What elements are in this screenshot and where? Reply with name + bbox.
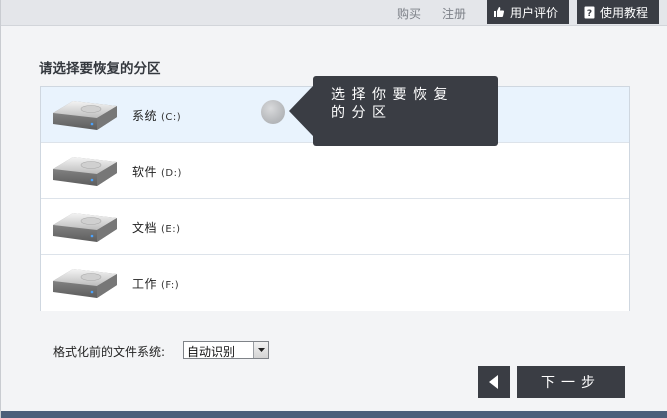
partition-name: 工作 <box>132 277 158 291</box>
top-bar: 购买 注册 用户评价 ? 使用教程 <box>1 0 667 26</box>
app-window: 购买 注册 用户评价 ? 使用教程 请选择要恢复的分区 系统 (C:) 软件 (… <box>0 0 667 418</box>
hard-drive-icon <box>53 213 117 242</box>
filesystem-select[interactable]: 自动识别 <box>183 341 269 359</box>
user-review-label: 用户评价 <box>510 5 559 20</box>
hard-drive-icon <box>53 269 117 298</box>
buy-link[interactable]: 购买 <box>397 5 421 22</box>
register-link[interactable]: 注册 <box>442 5 466 22</box>
arrow-left-icon <box>489 375 498 389</box>
tooltip-line-1: 选择你要恢复 <box>331 87 454 103</box>
partition-row-e[interactable]: 文档 (E:) <box>41 199 629 255</box>
bottom-strip <box>1 411 667 418</box>
drive-letter: (C:) <box>161 112 182 123</box>
partition-name: 软件 <box>132 165 158 179</box>
cursor-indicator <box>261 100 285 124</box>
partition-label: 软件 (D:) <box>132 163 182 180</box>
chevron-down-icon[interactable] <box>253 342 268 358</box>
back-button[interactable] <box>478 366 510 398</box>
drive-letter: (D:) <box>161 168 182 179</box>
partition-name: 文档 <box>132 221 158 235</box>
tooltip-line-2: 的分区 <box>331 105 393 121</box>
user-review-button[interactable]: 用户评价 <box>487 0 569 24</box>
hint-tooltip: 选择你要恢复 的分区 <box>289 76 498 146</box>
thumbs-up-icon <box>493 6 505 19</box>
next-step-button[interactable]: 下一步 <box>517 366 625 398</box>
tutorial-button[interactable]: ? 使用教程 <box>577 0 659 24</box>
help-book-icon: ? <box>583 6 595 19</box>
hard-drive-icon <box>53 101 117 130</box>
partition-row-f[interactable]: 工作 (F:) <box>41 255 629 311</box>
tutorial-label: 使用教程 <box>600 5 649 20</box>
drive-letter: (F:) <box>161 280 180 291</box>
partition-row-d[interactable]: 软件 (D:) <box>41 143 629 199</box>
tooltip-arrow <box>289 86 313 136</box>
partition-label: 文档 (E:) <box>132 219 181 236</box>
drive-letter: (E:) <box>161 224 181 235</box>
filesystem-label: 格式化前的文件系统: <box>53 345 166 359</box>
partition-label: 工作 (F:) <box>132 275 179 292</box>
filesystem-select-value: 自动识别 <box>187 345 236 359</box>
svg-text:?: ? <box>586 9 591 19</box>
partition-label: 系统 (C:) <box>132 107 181 124</box>
section-title: 请选择要恢复的分区 <box>39 61 161 77</box>
partition-name: 系统 <box>132 109 158 123</box>
hard-drive-icon <box>53 157 117 186</box>
